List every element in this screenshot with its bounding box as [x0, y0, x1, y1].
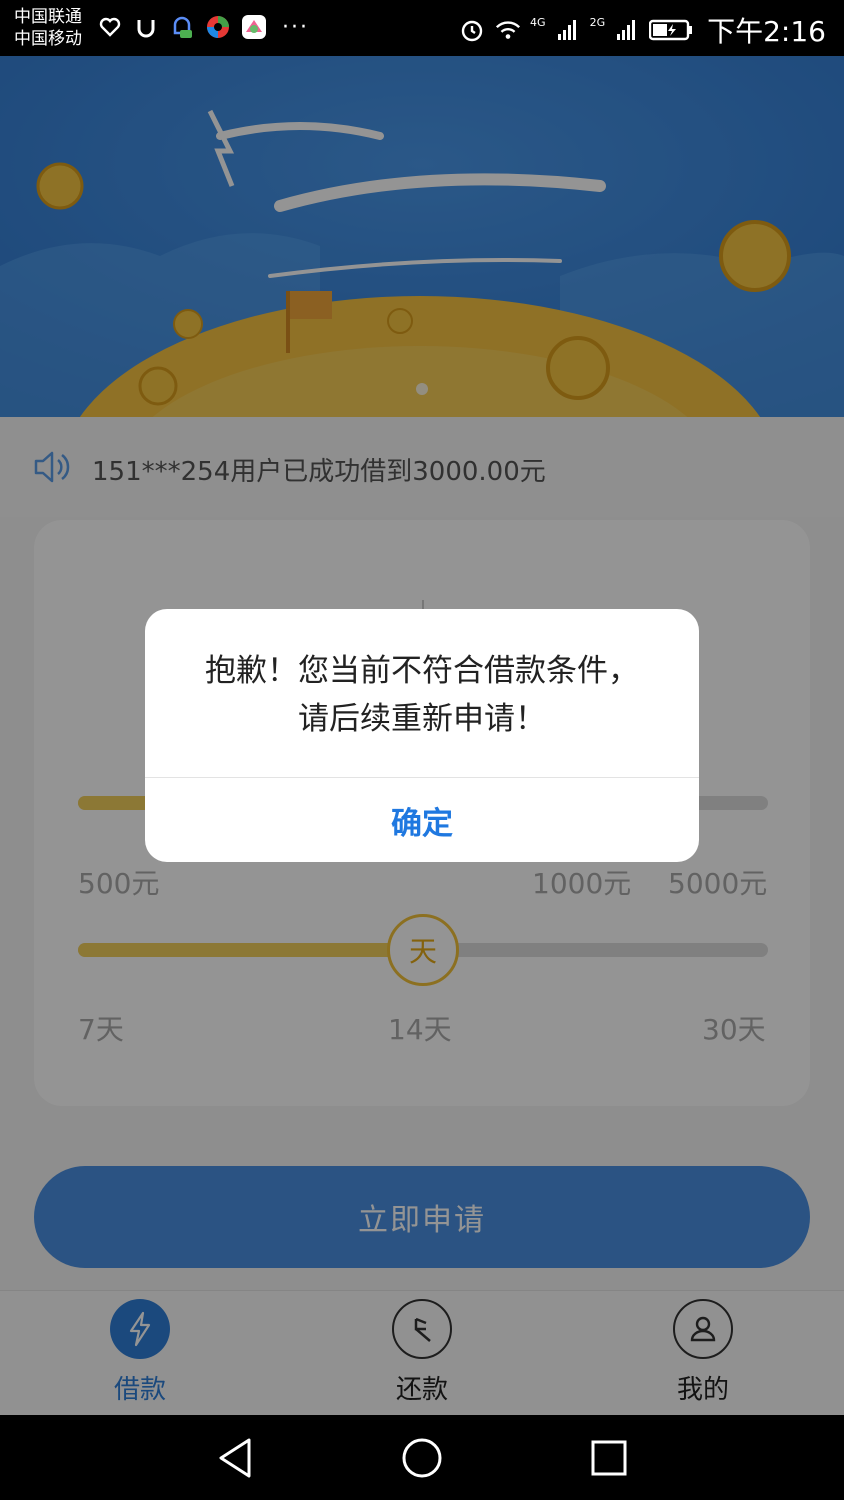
notification-icons: ···	[96, 13, 309, 41]
carrier-1: 中国联通	[14, 7, 82, 27]
wifi-icon	[494, 16, 522, 44]
game-app-icon	[240, 13, 268, 41]
status-bar: 中国联通 中国移动 ··· 4G 2G 下午2:16	[0, 0, 844, 56]
colorful-app-icon	[204, 13, 232, 41]
chat-app-icon	[168, 13, 196, 41]
dialog-message: 抱歉！您当前不符合借款条件，请后续重新申请！	[205, 653, 639, 737]
alarm-icon	[458, 16, 486, 44]
battery-icon	[649, 16, 693, 44]
system-nav-bar	[0, 1415, 844, 1500]
carrier-info: 中国联通 中国移动	[14, 6, 82, 50]
system-indicators: 4G 2G 下午2:16	[458, 10, 826, 50]
signal-icon-2	[613, 16, 641, 44]
cup-icon	[132, 13, 160, 41]
dialog-confirm-button[interactable]: 确定	[145, 778, 699, 862]
home-icon[interactable]	[397, 1433, 447, 1483]
clock: 下午2:16	[707, 15, 826, 48]
back-icon[interactable]	[210, 1433, 260, 1483]
network-type-1: 4G	[530, 15, 546, 29]
recents-icon[interactable]	[584, 1433, 634, 1483]
more-notifications-icon: ···	[282, 14, 309, 40]
carrier-2: 中国移动	[14, 29, 82, 49]
network-type-2: 2G	[589, 15, 606, 29]
ineligible-dialog: 抱歉！您当前不符合借款条件，请后续重新申请！ 确定	[145, 609, 699, 862]
heart-badge-icon	[96, 13, 124, 41]
signal-icon-1	[554, 16, 582, 44]
